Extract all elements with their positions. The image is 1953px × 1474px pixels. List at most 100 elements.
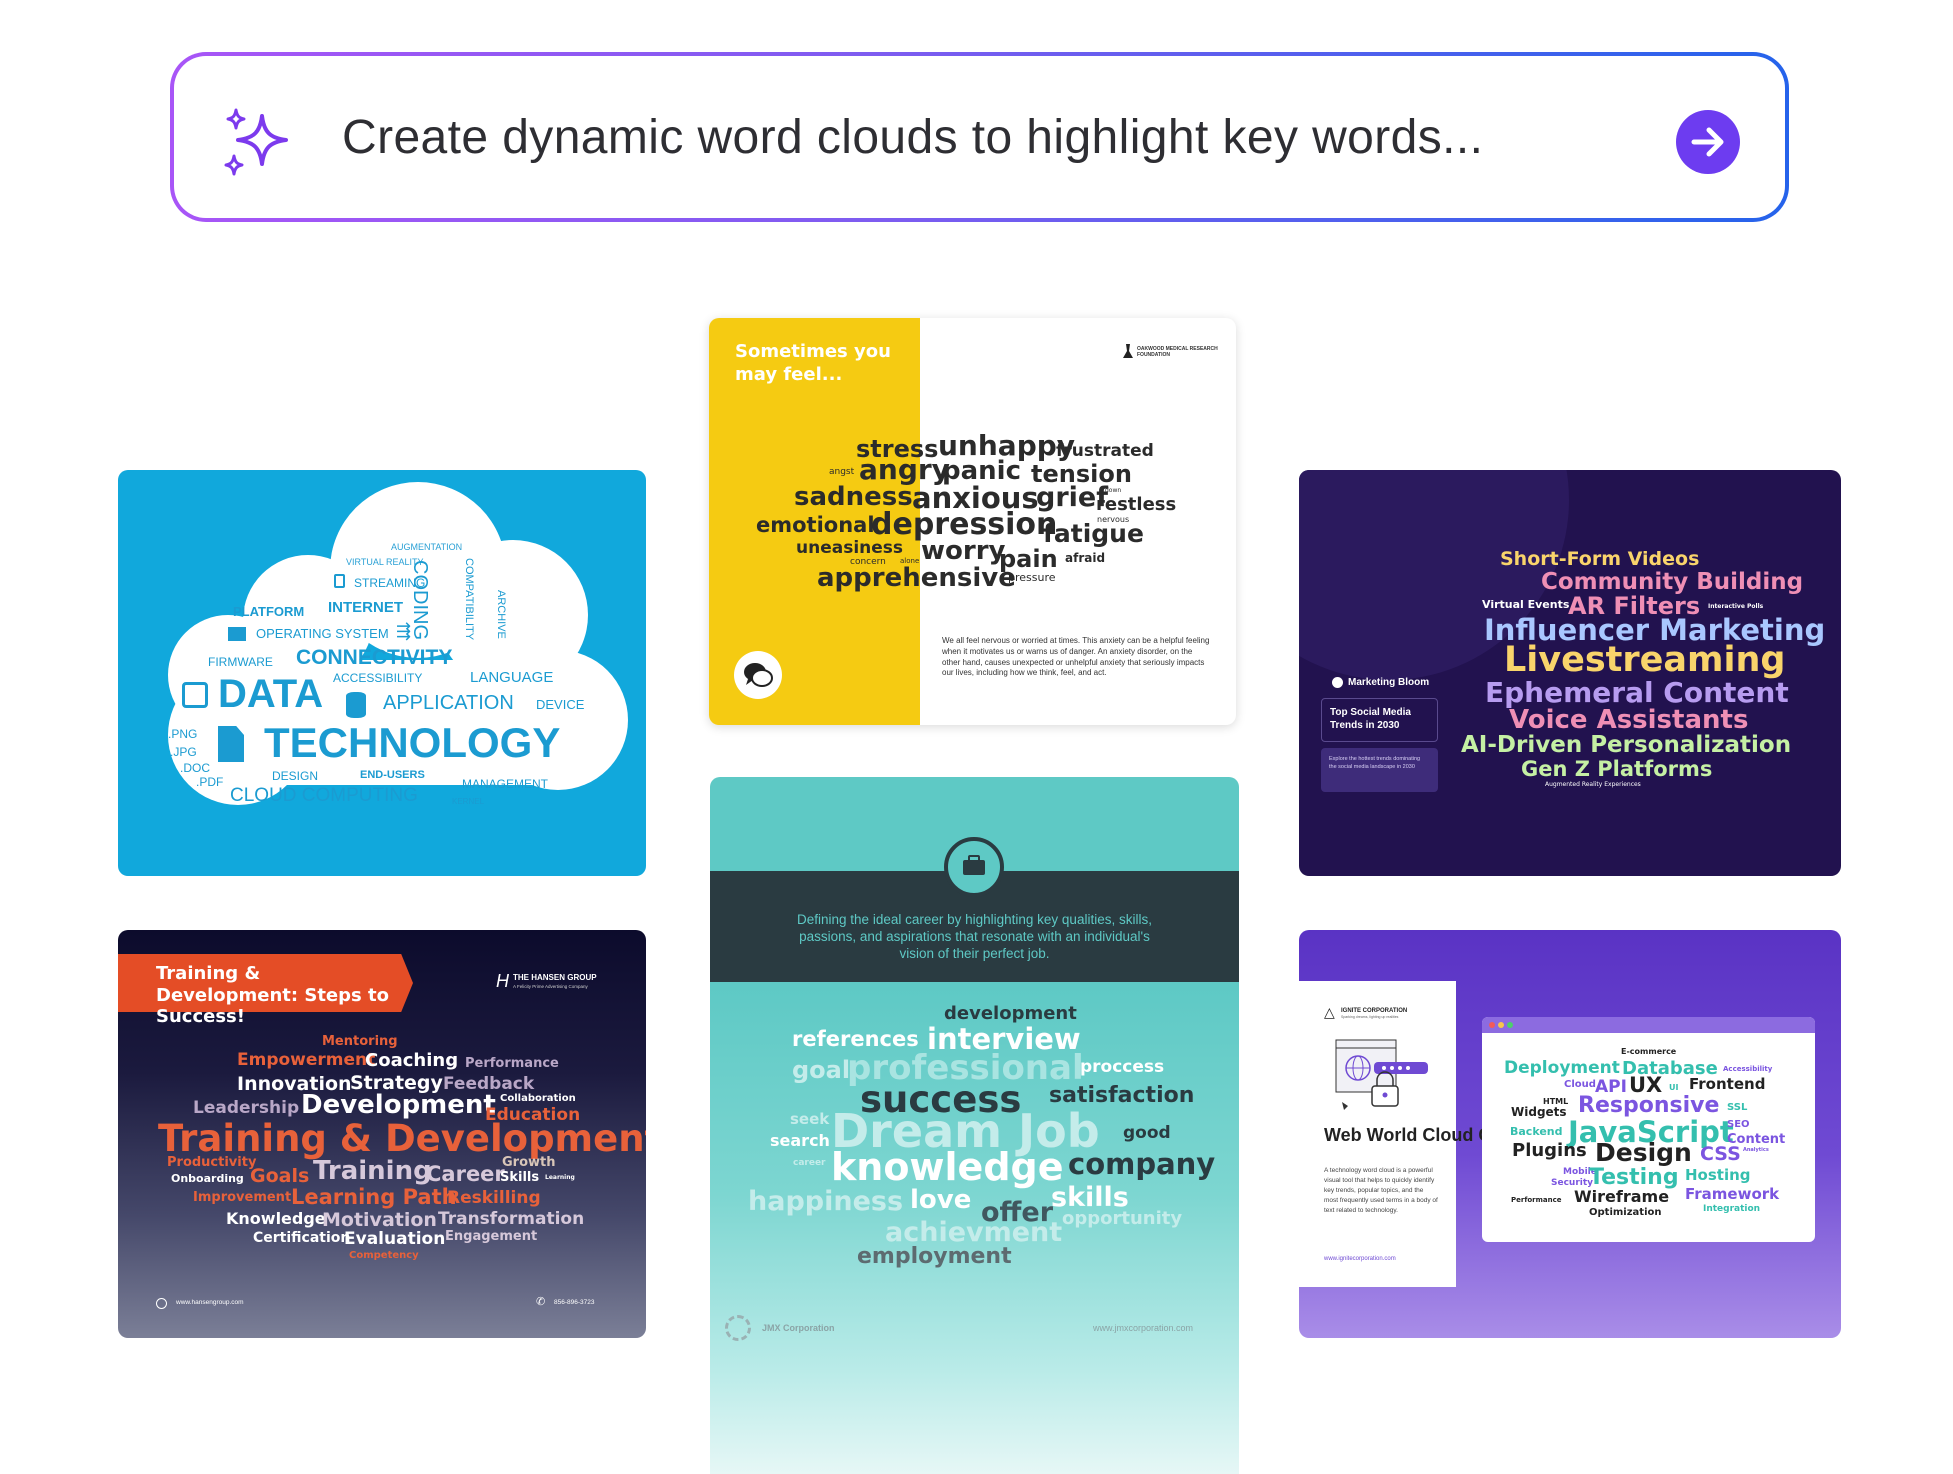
word: references — [792, 1027, 919, 1051]
word: angst — [829, 467, 855, 477]
word: SSL — [1727, 1102, 1748, 1113]
word: Growth — [502, 1155, 556, 1170]
browser-window: E-commerce Deployment Database Accessibi… — [1482, 1017, 1815, 1242]
word: Community Building — [1541, 569, 1804, 595]
prompt-text[interactable]: Create dynamic word clouds to highlight … — [342, 114, 1483, 162]
network-icon — [182, 682, 208, 708]
word: afraid — [1065, 551, 1106, 565]
word: TECHNOLOGY — [264, 719, 561, 766]
template-card-career[interactable]: Defining the ideal career by highlightin… — [710, 777, 1239, 1474]
prompt-bar[interactable]: Create dynamic word clouds to highlight … — [170, 52, 1789, 222]
word: company — [1068, 1147, 1216, 1181]
org-name: THE HANSEN GROUP — [513, 973, 597, 982]
word: Hosting — [1685, 1166, 1751, 1184]
word: DEVICE — [536, 697, 585, 712]
word: CODING — [409, 560, 431, 640]
word: Voice Assistants — [1509, 705, 1749, 735]
word: LANGUAGE — [470, 669, 554, 686]
word: Performance — [1511, 1196, 1562, 1204]
usb-icon: ⇶ — [396, 621, 412, 641]
monitor-icon — [228, 627, 246, 641]
word: Collaboration — [500, 1093, 576, 1104]
globe-icon — [156, 1298, 167, 1309]
website: www.hansengroup.com — [176, 1299, 244, 1306]
card-body-text: We all feel nervous or worried at times.… — [942, 636, 1210, 678]
word: search — [770, 1131, 830, 1150]
title-box: Top Social Media Trends in 2030 — [1321, 698, 1438, 742]
word: CSS — [1700, 1143, 1741, 1165]
word: Engagement — [445, 1229, 538, 1244]
word: Evaluation — [344, 1229, 446, 1249]
template-card-data-technology[interactable]: AUGMENTATION VIRTUAL REALITY STREAMING C… — [118, 470, 646, 876]
company-logo-icon — [725, 1315, 751, 1341]
word: opportunity — [1062, 1208, 1183, 1229]
word: uneasiness — [796, 538, 904, 558]
word: skills — [1051, 1182, 1129, 1213]
word: Development — [301, 1090, 496, 1120]
word: APPLICATION — [383, 692, 514, 714]
template-card-training[interactable]: Training & Development: Steps to Success… — [118, 930, 646, 1338]
word: employment — [857, 1244, 1012, 1269]
word: Short-Form Videos — [1500, 548, 1700, 570]
word: Transformation — [438, 1209, 585, 1229]
word: Skills — [500, 1170, 540, 1185]
word: Career — [426, 1162, 505, 1186]
word: Performance — [465, 1056, 559, 1071]
website: www.ignitecorporation.com — [1324, 1256, 1396, 1262]
word: MANAGEMENT — [462, 777, 549, 791]
word: Widgets — [1511, 1105, 1567, 1119]
card-body-text: A technology word cloud is a powerful vi… — [1324, 1167, 1438, 1215]
hansen-logo-icon: H — [496, 971, 509, 991]
word: Learning — [545, 1174, 575, 1181]
word: frustrated — [1056, 441, 1154, 461]
word: seek — [790, 1110, 830, 1128]
prompt-input-area[interactable]: Create dynamic word clouds to highlight … — [174, 56, 1785, 218]
word: career — [793, 1158, 826, 1168]
banner-title: Training & Development: Steps to Success… — [156, 963, 389, 1028]
card-header: Sometimes you may feel... — [735, 341, 891, 386]
word: DESIGN — [272, 769, 319, 783]
word: OPERATING SYSTEM — [256, 626, 389, 641]
word: .JPG — [170, 745, 197, 759]
word: Motivation — [322, 1209, 437, 1231]
chat-bubble-icon — [734, 651, 782, 699]
template-card-web-world[interactable]: △ IGNITE CORPORATION Sparking dreams, li… — [1299, 930, 1841, 1338]
intro-text: Defining the ideal career by highlightin… — [797, 912, 1152, 961]
word: Augmented Reality Experiences — [1545, 781, 1641, 788]
word: Design — [1595, 1138, 1692, 1167]
word: ARCHIVE — [495, 590, 507, 639]
security-illustration-icon — [1335, 1039, 1428, 1110]
word: END-USERS — [360, 769, 425, 781]
microscope-icon — [1123, 344, 1133, 358]
template-card-social-media[interactable]: Marketing Bloom Top Social Media Trends … — [1299, 470, 1841, 876]
word: restless — [1096, 494, 1177, 515]
word: Leadership — [193, 1098, 300, 1118]
word: Frontend — [1689, 1075, 1766, 1093]
word: development — [944, 1003, 1077, 1024]
word: Cloud — [1564, 1079, 1596, 1090]
word: FIRMWARE — [208, 655, 273, 669]
brand-name: Marketing Bloom — [1348, 677, 1430, 688]
word: love — [910, 1185, 972, 1215]
word: happiness — [748, 1186, 904, 1217]
word: Testing — [1589, 1165, 1679, 1190]
word: proccess — [1080, 1057, 1165, 1077]
word: goal — [792, 1056, 851, 1084]
template-card-feelings[interactable]: Sometimes you may feel... OAKWOOD MEDICA… — [709, 318, 1236, 725]
word: angry — [859, 453, 950, 486]
word: COMPATIBILITY — [463, 558, 475, 641]
company-name: JMX Corporation — [762, 1323, 835, 1333]
card-subtitle: Explore the hottest trends dominating th… — [1329, 756, 1421, 770]
word: good — [1123, 1123, 1171, 1143]
submit-button[interactable] — [1676, 110, 1740, 174]
word: Improvement — [193, 1190, 292, 1205]
sparkle-icon — [224, 108, 288, 176]
word: Backend — [1510, 1125, 1563, 1138]
word: CONNECTIVITY — [296, 646, 453, 669]
word: SEO — [1727, 1119, 1750, 1130]
word: Wireframe — [1574, 1187, 1670, 1206]
word: Accessibility — [1723, 1065, 1773, 1073]
subtitle-box: Explore the hottest trends dominating th… — [1321, 748, 1438, 792]
card-title: Top Social Media Trends in 2030 — [1330, 707, 1411, 731]
